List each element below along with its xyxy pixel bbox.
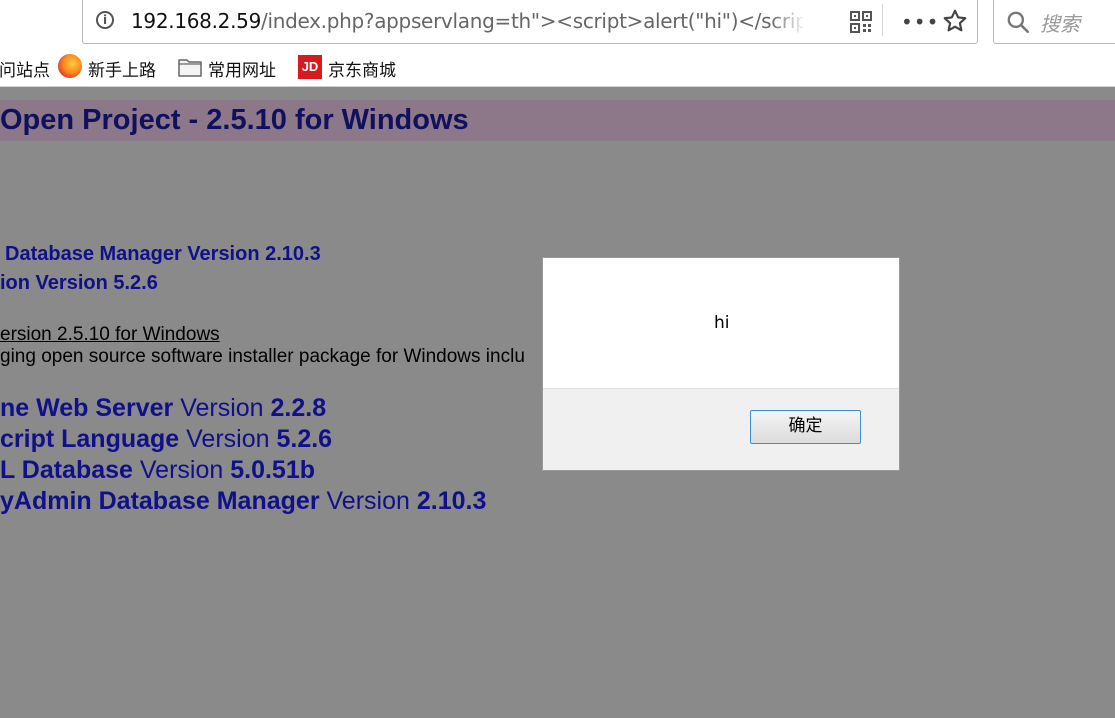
version-word: Version bbox=[180, 394, 264, 422]
url-fade bbox=[770, 4, 806, 38]
component-phpmyadmin: yAdmin Database Manager Version 2.10.3 bbox=[0, 487, 486, 516]
bookmark-common-sites[interactable]: 常用网址 bbox=[208, 56, 276, 81]
component-version: 5.2.6 bbox=[276, 425, 333, 453]
component-name: ne Web Server bbox=[0, 394, 174, 422]
more-actions-icon[interactable]: ••• bbox=[901, 10, 939, 34]
project-description: ging open source software installer pack… bbox=[0, 346, 525, 367]
info-icon[interactable]: i bbox=[96, 11, 114, 29]
url-path: /index.php?appservlang=th"><script>alert… bbox=[261, 9, 803, 33]
component-name: yAdmin Database Manager bbox=[0, 487, 320, 515]
alert-dialog: hi 确定 bbox=[542, 257, 900, 471]
alert-message: hi bbox=[714, 313, 730, 333]
alert-dialog-body: hi bbox=[543, 258, 899, 389]
component-version: 2.10.3 bbox=[416, 487, 487, 515]
search-placeholder: 搜索 bbox=[1040, 12, 1080, 36]
component-name: L Database bbox=[0, 456, 133, 484]
bookmarks-bar bbox=[0, 46, 1115, 87]
search-icon bbox=[1007, 11, 1030, 34]
page-title: Open Project - 2.5.10 for Windows bbox=[0, 104, 469, 136]
component-apache: ne Web Server Version 2.2.8 bbox=[0, 394, 326, 423]
firefox-icon bbox=[58, 54, 82, 78]
component-link-phpmyadmin[interactable]: Database Manager Version 2.10.3 bbox=[5, 243, 321, 266]
component-link-php[interactable]: ion Version 5.2.6 bbox=[0, 272, 158, 295]
component-mysql: L Database Version 5.0.51b bbox=[0, 456, 315, 485]
project-version-link[interactable]: ersion 2.5.10 for Windows bbox=[0, 324, 220, 346]
bookmark-getting-started[interactable]: 新手上路 bbox=[88, 56, 156, 81]
bookmark-visit-site[interactable]: 访问站点 bbox=[0, 56, 50, 81]
url-host: 192.168.2.59 bbox=[131, 9, 261, 33]
folder-icon bbox=[178, 59, 202, 77]
version-word: Version bbox=[139, 456, 224, 484]
component-name: cript Language bbox=[0, 425, 180, 453]
component-php: cript Language Version 5.2.6 bbox=[0, 425, 332, 454]
url-text[interactable]: 192.168.2.59/index.php?appservlang=th"><… bbox=[131, 9, 803, 33]
version-word: Version bbox=[186, 425, 270, 453]
ok-button[interactable]: 确定 bbox=[750, 410, 861, 444]
bookmark-jd-mall[interactable]: 京东商城 bbox=[328, 56, 396, 81]
jd-logo-icon: JD bbox=[298, 55, 322, 79]
version-word: Version bbox=[326, 487, 410, 515]
url-separator bbox=[882, 4, 883, 36]
component-version: 2.2.8 bbox=[270, 394, 327, 422]
bookmark-star-icon[interactable] bbox=[942, 8, 968, 34]
component-version: 5.0.51b bbox=[230, 456, 316, 484]
qr-code-icon[interactable] bbox=[850, 11, 872, 33]
